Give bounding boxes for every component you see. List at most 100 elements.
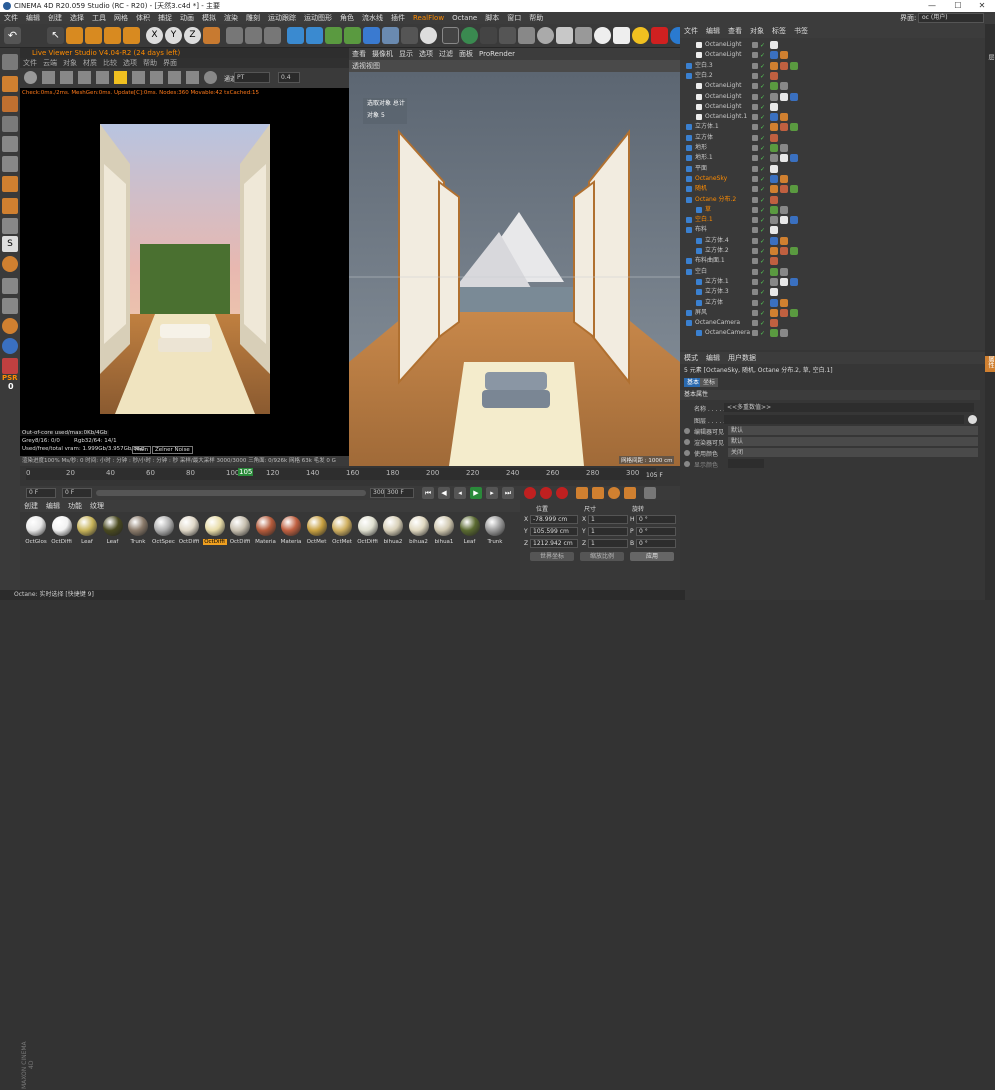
rot-b-field[interactable]: 0 °	[636, 539, 676, 548]
material-swatch[interactable]: Leaf	[75, 516, 99, 545]
object-name[interactable]: OctaneLight	[705, 102, 742, 112]
material-swatch[interactable]: Materia	[254, 516, 278, 545]
object-name[interactable]: OctaneCamera	[705, 328, 750, 338]
menu-simulate[interactable]: 模拟	[198, 12, 220, 24]
material-swatch[interactable]: Leaf	[101, 516, 125, 545]
object-tag-icon[interactable]	[770, 61, 778, 70]
render-view-icon[interactable]	[245, 27, 262, 44]
name-field[interactable]: <<多重数值>>	[724, 403, 974, 412]
enable-check-icon[interactable]: ✓	[760, 329, 765, 339]
visibility-toggle[interactable]	[752, 258, 758, 265]
y-axis-icon[interactable]: Y	[165, 27, 182, 44]
object-tag-icon[interactable]	[770, 92, 778, 101]
pen-icon[interactable]	[306, 27, 323, 44]
lv-menu-cloud[interactable]: 云端	[40, 58, 60, 68]
object-tag-icon[interactable]	[770, 51, 778, 60]
object-tag-icon[interactable]	[780, 216, 788, 225]
object-tag-icon[interactable]	[780, 61, 788, 70]
axis-mode-icon[interactable]	[2, 198, 18, 214]
object-row[interactable]: 立方体.4 ✓	[680, 236, 985, 246]
prev-frame-icon[interactable]: ◂	[454, 487, 466, 499]
material-swatch[interactable]: OctDiffi	[202, 516, 227, 545]
visibility-toggle[interactable]	[752, 124, 758, 131]
record-icon[interactable]	[651, 27, 668, 44]
object-tag-icon[interactable]	[770, 71, 778, 80]
polygons-mode-icon[interactable]	[2, 176, 18, 192]
x-axis-icon[interactable]: X	[146, 27, 163, 44]
grid2-icon[interactable]	[2, 298, 18, 314]
lv-play-icon[interactable]	[60, 71, 73, 84]
object-row[interactable]: Octane 分布.2 ✓	[680, 195, 985, 205]
solo-icon[interactable]	[2, 318, 18, 334]
lv-stop-icon[interactable]	[96, 71, 109, 84]
menu-render[interactable]: 渲染	[220, 12, 242, 24]
visibility-toggle[interactable]	[752, 217, 758, 224]
object-tag-icon[interactable]	[780, 154, 788, 163]
object-tag-icon[interactable]	[770, 185, 778, 194]
object-tag-icon[interactable]	[770, 82, 778, 91]
object-tag-icon[interactable]	[770, 319, 778, 328]
lv-restart-icon[interactable]	[42, 71, 55, 84]
menu-file[interactable]: 文件	[0, 12, 22, 24]
object-tag-icon[interactable]	[770, 123, 778, 132]
visibility-toggle[interactable]	[752, 72, 758, 79]
object-name[interactable]: OctaneLight	[705, 92, 742, 102]
object-row[interactable]: OctaneLight ✓	[680, 92, 985, 102]
model-mode-icon[interactable]	[2, 76, 18, 92]
lv-clay-icon[interactable]	[186, 71, 199, 84]
object-tag-icon[interactable]	[770, 154, 778, 163]
vis-render-anim-icon[interactable]	[684, 439, 690, 445]
object-tag-icon[interactable]	[770, 226, 778, 235]
material-swatch[interactable]: OctDiffi	[50, 516, 74, 545]
object-tag-icon[interactable]	[790, 247, 798, 255]
object-row[interactable]: 布料 ✓	[680, 225, 985, 235]
object-tag-icon[interactable]	[790, 308, 798, 317]
object-tag-icon[interactable]	[770, 205, 778, 214]
object-tag-icon[interactable]	[780, 82, 788, 91]
object-row[interactable]: OctaneLight ✓	[680, 50, 985, 60]
vis-editor-select[interactable]: 默认	[728, 426, 978, 435]
object-name[interactable]: 空白.2	[695, 71, 713, 81]
object-tag-icon[interactable]	[770, 216, 778, 225]
object-tag-icon[interactable]	[790, 92, 798, 101]
object-row[interactable]: OctaneLight ✓	[680, 40, 985, 50]
timeline[interactable]: 0 20 40 60 80 100 105 120 140 160 180 20…	[20, 466, 680, 486]
object-tag-icon[interactable]	[780, 329, 788, 338]
lv-note-button[interactable]: Zelner Noise	[152, 446, 193, 454]
display-color-anim-icon[interactable]	[684, 461, 690, 467]
lv-focus-icon[interactable]	[150, 71, 163, 84]
visibility-toggle[interactable]	[752, 155, 758, 162]
move-icon[interactable]	[66, 27, 83, 44]
visibility-toggle[interactable]	[752, 320, 758, 327]
attr-menu-edit[interactable]: 编辑	[702, 352, 724, 364]
material-swatch[interactable]: bihua2	[407, 516, 431, 545]
cube-icon[interactable]	[287, 27, 304, 44]
object-name[interactable]: OctaneLight.1	[705, 112, 747, 122]
visibility-toggle[interactable]	[752, 206, 758, 213]
visibility-toggle[interactable]	[752, 52, 758, 59]
use-color-select[interactable]: 关闭	[728, 448, 978, 457]
menu-mesh[interactable]: 网格	[110, 12, 132, 24]
object-tag-icon[interactable]	[770, 257, 778, 266]
rot-p-field[interactable]: 0 °	[636, 527, 676, 536]
subdivision-icon[interactable]	[325, 27, 342, 44]
layer-picker-icon[interactable]	[968, 415, 977, 424]
vp-menu-filter[interactable]: 过滤	[436, 48, 456, 60]
coord-mode-select[interactable]: 世界坐标	[530, 552, 574, 561]
object-tag-icon[interactable]	[770, 144, 778, 152]
menu-mograph[interactable]: 运动图形	[300, 12, 336, 24]
vp-menu-display[interactable]: 显示	[396, 48, 416, 60]
object-tag-icon[interactable]	[770, 247, 778, 255]
object-row[interactable]: 立方体 ✓	[680, 133, 985, 143]
scale-mode-select[interactable]: 缩放比例	[580, 552, 624, 561]
object-name[interactable]: 随机	[695, 184, 707, 194]
object-tag-icon[interactable]	[770, 308, 778, 317]
visibility-toggle[interactable]	[752, 62, 758, 69]
object-row[interactable]: 空白.1 ✓	[680, 215, 985, 225]
object-tag-icon[interactable]	[780, 92, 788, 101]
object-name[interactable]: 布料曲面.1	[695, 256, 725, 266]
frame-range-slider[interactable]	[96, 490, 366, 496]
visibility-toggle[interactable]	[752, 278, 758, 285]
camera-icon[interactable]	[401, 27, 418, 44]
visibility-toggle[interactable]	[752, 289, 758, 296]
